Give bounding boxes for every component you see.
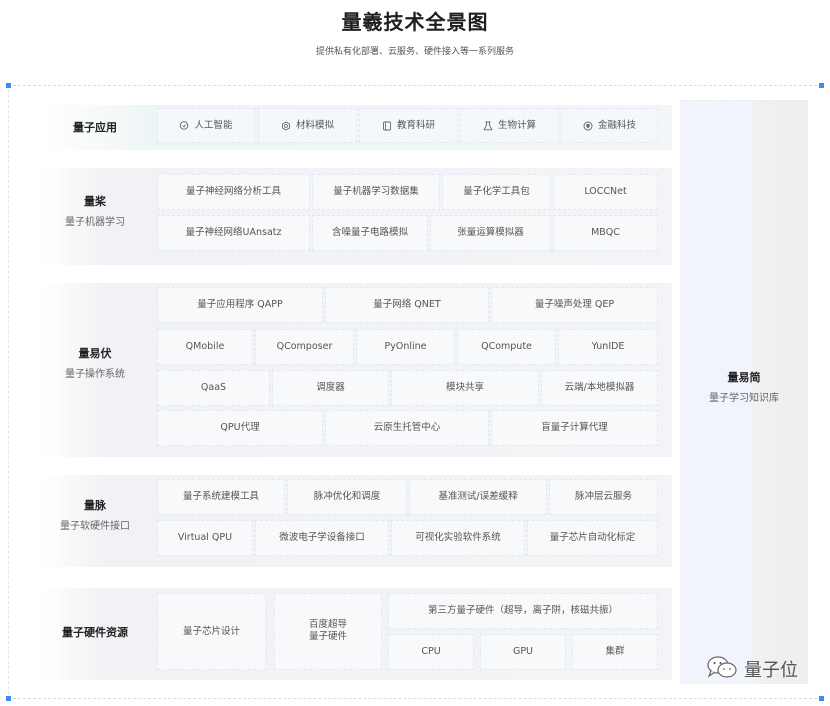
os-item[interactable]: 模块共享 (391, 370, 539, 406)
layer-label: 量脉 量子软硬件接口 (40, 497, 150, 532)
page-title: 量羲技术全景图 (341, 10, 489, 34)
layer-subtitle: 量子机器学习 (65, 217, 125, 228)
flask-icon (483, 121, 493, 131)
pulse-item[interactable]: 量子芯片自动化标定 (527, 520, 658, 556)
os-item[interactable]: 量子噪声处理 QEP (491, 287, 658, 323)
pulse-item[interactable]: 量子系统建模工具 (157, 479, 285, 515)
os-item[interactable]: 调度器 (272, 370, 389, 406)
os-item[interactable]: YunIDE (558, 329, 658, 365)
os-item[interactable]: QPU代理 (157, 410, 323, 446)
shield-icon (583, 121, 593, 131)
layer-name: 量易伏 (78, 347, 112, 360)
ml-item[interactable]: 量子化学工具包 (442, 174, 551, 210)
layer-label: 量子应用 (40, 119, 150, 135)
app-item-label: 人工智能 (194, 119, 233, 131)
ml-item[interactable]: MBQC (553, 215, 658, 251)
hw-third-party[interactable]: 第三方量子硬件（超导，离子阱，核磁共振） (388, 593, 658, 629)
layer-name: 量桨 (84, 195, 106, 208)
ml-item[interactable]: 量子机器学习数据集 (312, 174, 440, 210)
app-item-fintech[interactable]: 金融科技 (561, 108, 658, 143)
ml-item[interactable]: 张量运算模拟器 (430, 215, 551, 251)
os-item[interactable]: QCompute (457, 329, 556, 365)
pulse-item[interactable]: 基准测试/误差缓释 (409, 479, 547, 515)
watermark-text: 量子位 (744, 660, 798, 681)
os-item[interactable]: 云端/本地模拟器 (541, 370, 658, 406)
os-item[interactable]: 盲量子计算代理 (491, 410, 658, 446)
os-item[interactable]: PyOnline (356, 329, 455, 365)
os-item[interactable]: 云原生托管中心 (325, 410, 489, 446)
side-panel-knowledge-base[interactable]: 量易简 量子学习知识库 (680, 100, 808, 684)
selection-handle-top-left[interactable] (6, 83, 11, 88)
layer-label: 量子硬件资源 (40, 624, 150, 640)
side-label: 量易简 量子学习知识库 (680, 369, 808, 404)
pulse-item[interactable]: 微波电子学设备接口 (255, 520, 389, 556)
hw-cpu[interactable]: CPU (388, 634, 474, 670)
hw-baidu-superconducting[interactable]: 百度超导 量子硬件 (274, 593, 382, 670)
app-item-label: 材料模拟 (295, 119, 334, 131)
side-subtitle: 量子学习知识库 (709, 393, 779, 404)
ml-item[interactable]: LOCCNet (553, 174, 658, 210)
book-icon (382, 121, 392, 131)
layer-subtitle: 量子操作系统 (65, 369, 125, 380)
pulse-item[interactable]: 脉冲优化和调度 (287, 479, 407, 515)
os-item[interactable]: QaaS (157, 370, 270, 406)
app-item-label: 金融科技 (597, 119, 636, 131)
pulse-item[interactable]: Virtual QPU (157, 520, 253, 556)
pulse-item[interactable]: 可视化实验软件系统 (391, 520, 525, 556)
os-item[interactable]: QMobile (157, 329, 253, 365)
layer-name: 量子应用 (73, 121, 117, 134)
os-item[interactable]: 量子应用程序 QAPP (157, 287, 323, 323)
atom-icon (281, 120, 291, 131)
selection-handle-top-right[interactable] (819, 83, 824, 88)
side-name: 量易简 (727, 371, 761, 384)
layer-subtitle: 量子软硬件接口 (60, 521, 130, 532)
hw-gpu[interactable]: GPU (480, 634, 566, 670)
app-item-education[interactable]: 教育科研 (359, 108, 458, 143)
app-item-biology[interactable]: 生物计算 (460, 108, 559, 143)
page-subtitle: 提供私有化部署、云服务、硬件接入等一系列服务 (315, 47, 514, 57)
selection-handle-bottom-right[interactable] (819, 696, 824, 701)
pulse-item[interactable]: 脉冲层云服务 (549, 479, 658, 515)
app-item-label: 生物计算 (497, 119, 536, 131)
app-item-ai[interactable]: 人工智能 (157, 108, 255, 143)
lightbulb-icon (179, 120, 189, 131)
layer-label: 量易伏 量子操作系统 (40, 345, 150, 380)
layer-name: 量脉 (84, 499, 106, 512)
layer-label: 量桨 量子机器学习 (40, 193, 150, 228)
selection-handle-bottom-left[interactable] (6, 696, 11, 701)
hw-chip-design[interactable]: 量子芯片设计 (157, 593, 266, 670)
watermark: 量子位 (706, 655, 798, 683)
layer-name: 量子硬件资源 (62, 626, 128, 639)
app-item-materials[interactable]: 材料模拟 (258, 108, 357, 143)
app-item-label: 教育科研 (396, 119, 435, 131)
ml-item[interactable]: 量子神经网络UAnsatz (157, 215, 310, 251)
os-item[interactable]: 量子网络 QNET (325, 287, 489, 323)
hw-cluster[interactable]: 集群 (572, 634, 658, 670)
os-item[interactable]: QComposer (255, 329, 354, 365)
wechat-icon (706, 655, 738, 683)
ml-item[interactable]: 含噪量子电路模拟 (312, 215, 428, 251)
ml-item[interactable]: 量子神经网络分析工具 (157, 174, 310, 210)
